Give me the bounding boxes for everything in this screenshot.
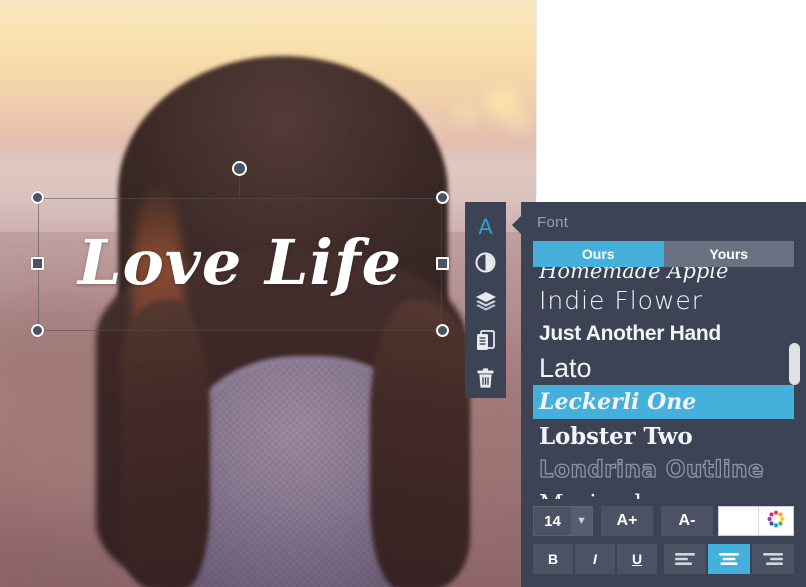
text-color-swatch[interactable]	[719, 507, 759, 535]
workspace-background	[536, 0, 806, 196]
panel-pointer-arrow	[512, 216, 521, 234]
color-picker-button[interactable]	[759, 507, 793, 535]
font-size-select[interactable]: 14 ▼	[533, 506, 593, 536]
font-list-item-selected[interactable]: Leckerli One	[533, 385, 794, 419]
font-size-value: 14	[544, 512, 561, 530]
tab-ours[interactable]: Ours	[533, 241, 664, 267]
adjust-tool-button[interactable]	[469, 249, 503, 283]
font-name: Londrina Outline	[538, 456, 765, 483]
vertical-tool-rail: A	[465, 202, 506, 398]
font-list-item[interactable]: Merienda	[533, 487, 794, 499]
side-handle-middle-left[interactable]	[31, 257, 44, 270]
font-name: Leckerli One	[539, 389, 697, 415]
font-list-item[interactable]: Indie Flower	[533, 283, 794, 317]
tab-yours[interactable]: Yours	[663, 241, 794, 267]
duplicate-icon	[476, 329, 495, 356]
font-name: Homemade Apple	[539, 267, 729, 283]
align-left-icon	[674, 552, 696, 566]
corner-handle-top-left[interactable]	[31, 191, 44, 204]
increase-font-size-button[interactable]: A+	[601, 506, 653, 536]
side-handle-middle-right[interactable]	[436, 257, 449, 270]
corner-handle-bottom-right[interactable]	[436, 324, 449, 337]
font-source-tabs: Ours Yours	[533, 241, 794, 267]
align-center-icon	[718, 552, 740, 566]
font-panel: Font Ours Yours Homemade Apple Indie Flo…	[512, 202, 806, 587]
font-name: Indie Flower	[539, 285, 704, 315]
align-center-button[interactable]	[708, 544, 750, 574]
font-list-item[interactable]: Homemade Apple	[533, 267, 794, 283]
panel-title: Font	[537, 214, 569, 231]
selected-text-object[interactable]: Love Life	[31, 161, 449, 337]
text-size-controls-row: 14 ▼ A+ A-	[533, 505, 794, 537]
align-left-button[interactable]	[664, 544, 706, 574]
align-right-button[interactable]	[752, 544, 794, 574]
bokeh-light	[452, 100, 478, 126]
italic-button[interactable]: I	[575, 544, 615, 574]
font-list-item[interactable]: Lobster Two	[533, 419, 794, 453]
chevron-down-icon: ▼	[571, 507, 592, 535]
text-tool-button[interactable]: A	[469, 210, 503, 244]
text-style-controls-row: B I U	[533, 543, 794, 575]
align-right-icon	[762, 552, 784, 566]
contrast-circle-icon	[475, 252, 496, 278]
font-name: Lobster Two	[539, 422, 693, 450]
decrease-font-size-button[interactable]: A-	[661, 506, 713, 536]
font-name: Just Another Hand	[539, 322, 721, 345]
rotation-handle[interactable]	[232, 161, 247, 176]
corner-handle-bottom-left[interactable]	[31, 324, 44, 337]
font-list[interactable]: Homemade Apple Indie Flower Just Another…	[533, 267, 794, 499]
font-list-item[interactable]: Londrina Outline	[533, 453, 794, 487]
font-list-scrollbar[interactable]	[789, 270, 800, 496]
delete-tool-button[interactable]	[469, 364, 503, 398]
color-wheel-icon	[766, 509, 786, 534]
text-color-controls	[718, 506, 794, 536]
trash-icon	[476, 368, 495, 394]
scrollbar-thumb[interactable]	[789, 343, 800, 385]
hair-strand-left	[120, 300, 210, 587]
hair-strand-right	[370, 300, 470, 587]
font-name: Lato	[539, 352, 592, 383]
letter-a-icon: A	[478, 214, 493, 239]
underline-button[interactable]: U	[617, 544, 657, 574]
font-list-item[interactable]: Just Another Hand	[533, 317, 794, 351]
duplicate-tool-button[interactable]	[469, 326, 503, 360]
font-list-item[interactable]: Lato	[533, 351, 794, 385]
layers-tool-button[interactable]	[469, 287, 503, 321]
image-editor-app: Love Life A Font Ours Yours Homemade App…	[0, 0, 806, 587]
bokeh-light	[508, 110, 530, 132]
canvas-text[interactable]: Love Life	[38, 222, 442, 304]
layers-icon	[475, 291, 497, 316]
photo-canvas[interactable]: Love Life	[0, 0, 536, 587]
corner-handle-top-right[interactable]	[436, 191, 449, 204]
bold-button[interactable]: B	[533, 544, 573, 574]
text-alignment-group	[662, 544, 794, 574]
font-name: Merienda	[539, 490, 656, 499]
